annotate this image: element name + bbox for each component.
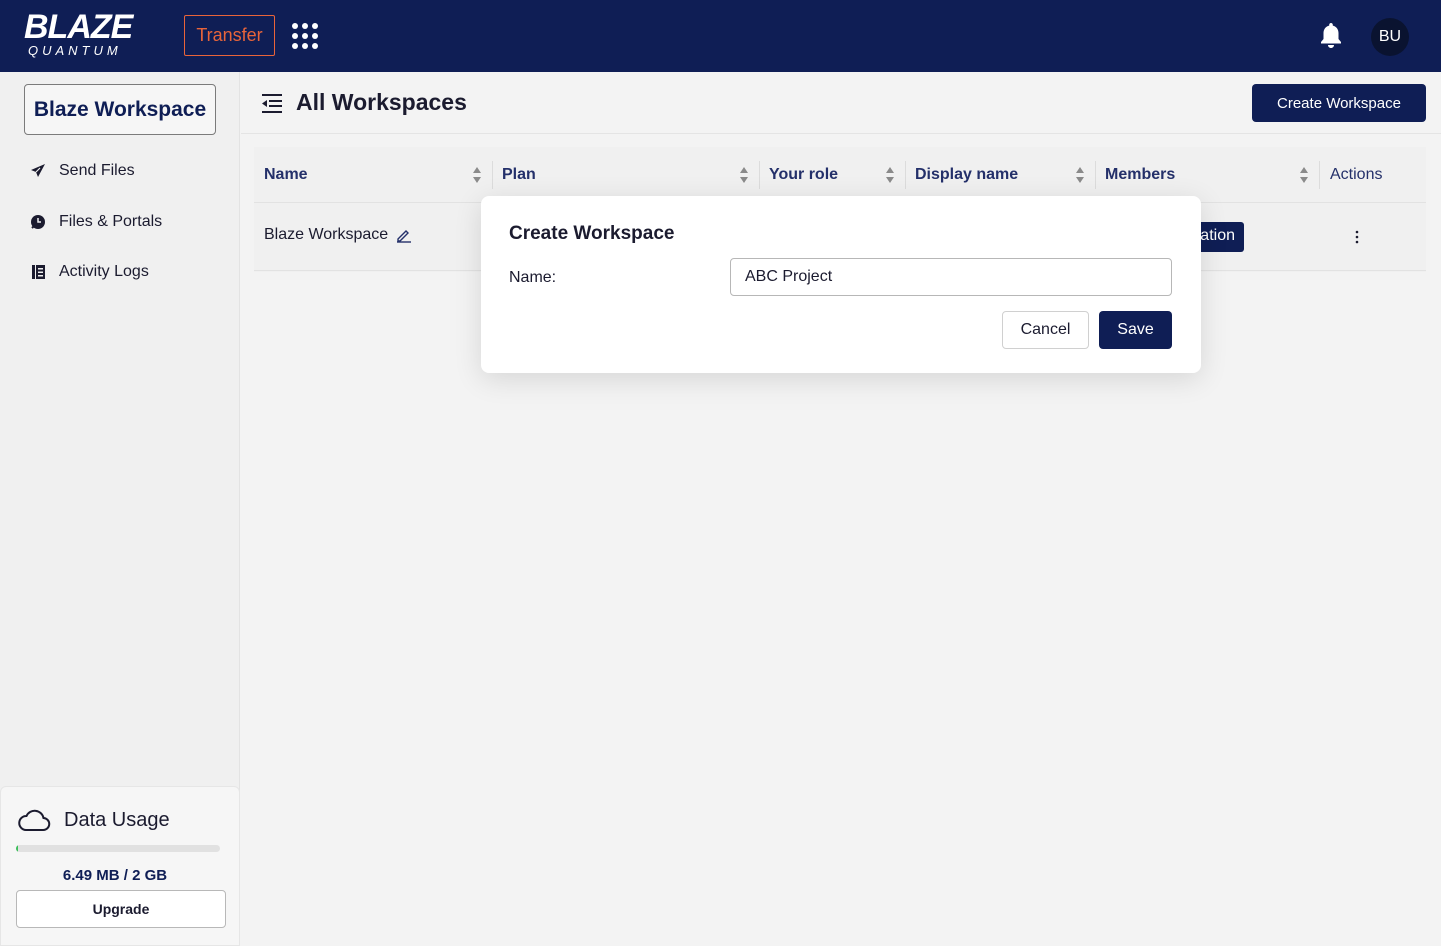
upgrade-button[interactable]: Upgrade	[16, 890, 226, 928]
column-header-display-name[interactable]: Display name	[905, 147, 1095, 203]
edit-pencil-icon[interactable]	[395, 226, 413, 244]
blaze-quantum-logo[interactable]: BLAZE QUANTUM	[24, 10, 164, 60]
create-workspace-dialog: Create Workspace Name: Cancel Save	[481, 196, 1201, 373]
sort-icon[interactable]	[739, 166, 749, 184]
sort-icon[interactable]	[1299, 166, 1309, 184]
usage-progress-fill	[16, 845, 18, 852]
sidebar-item-activity-logs[interactable]: Activity Logs	[28, 258, 228, 286]
more-actions-icon[interactable]	[1355, 230, 1359, 244]
sidebar-item-label: Files & Portals	[59, 213, 163, 230]
sort-icon[interactable]	[1075, 166, 1085, 184]
send-icon	[28, 161, 48, 181]
top-bar: BLAZE QUANTUM Transfer BU	[0, 0, 1441, 72]
workspace-name-cell: Blaze Workspace	[264, 226, 413, 244]
apps-grid-icon[interactable]	[291, 22, 319, 50]
sidebar-item-files-portals[interactable]: Files & Portals	[28, 208, 228, 236]
transfer-button[interactable]: Transfer	[184, 15, 275, 56]
usage-amount-text: 6.49 MB / 2 GB	[62, 867, 168, 884]
page-title: All Workspaces	[296, 89, 467, 115]
cancel-button[interactable]: Cancel	[1002, 311, 1089, 349]
workspace-name: Blaze Workspace	[264, 226, 389, 243]
dialog-title: Create Workspace	[509, 223, 675, 244]
create-workspace-button[interactable]: Create Workspace	[1252, 84, 1426, 122]
save-button[interactable]: Save	[1099, 311, 1172, 349]
workspace-name-input[interactable]	[730, 258, 1172, 296]
column-header-plan[interactable]: Plan	[492, 147, 759, 203]
user-avatar[interactable]: BU	[1371, 18, 1409, 56]
table-header: Name Plan Your role Display name Members…	[254, 147, 1426, 203]
logo-main-text: BLAZE	[24, 8, 133, 46]
portal-icon	[28, 212, 48, 232]
sidebar-item-send-files[interactable]: Send Files	[28, 157, 228, 185]
column-header-members[interactable]: Members	[1095, 147, 1319, 203]
sort-icon[interactable]	[885, 166, 895, 184]
collapse-menu-icon[interactable]	[260, 92, 284, 114]
sidebar: Blaze Workspace Send Files Files & Porta…	[0, 72, 240, 946]
sidebar-item-label: Activity Logs	[59, 263, 149, 280]
workspace-selector[interactable]: Blaze Workspace	[24, 84, 216, 135]
data-usage-panel: Data Usage 6.49 MB / 2 GB Upgrade	[0, 786, 240, 946]
column-header-name[interactable]: Name	[254, 147, 492, 203]
notification-bell-icon[interactable]	[1318, 21, 1344, 49]
logo-sub-text: QUANTUM	[28, 43, 122, 58]
column-header-actions: Actions	[1330, 166, 1383, 183]
data-usage-title: Data Usage	[64, 809, 170, 831]
cloud-icon	[18, 809, 51, 831]
name-field-label: Name:	[509, 269, 557, 286]
activity-log-icon	[28, 262, 48, 282]
sort-icon[interactable]	[472, 166, 482, 184]
column-header-your-role[interactable]: Your role	[759, 147, 905, 203]
page-header: All Workspaces Create Workspace	[241, 72, 1441, 134]
sidebar-item-label: Send Files	[59, 162, 135, 179]
usage-progress-bar	[16, 845, 220, 852]
